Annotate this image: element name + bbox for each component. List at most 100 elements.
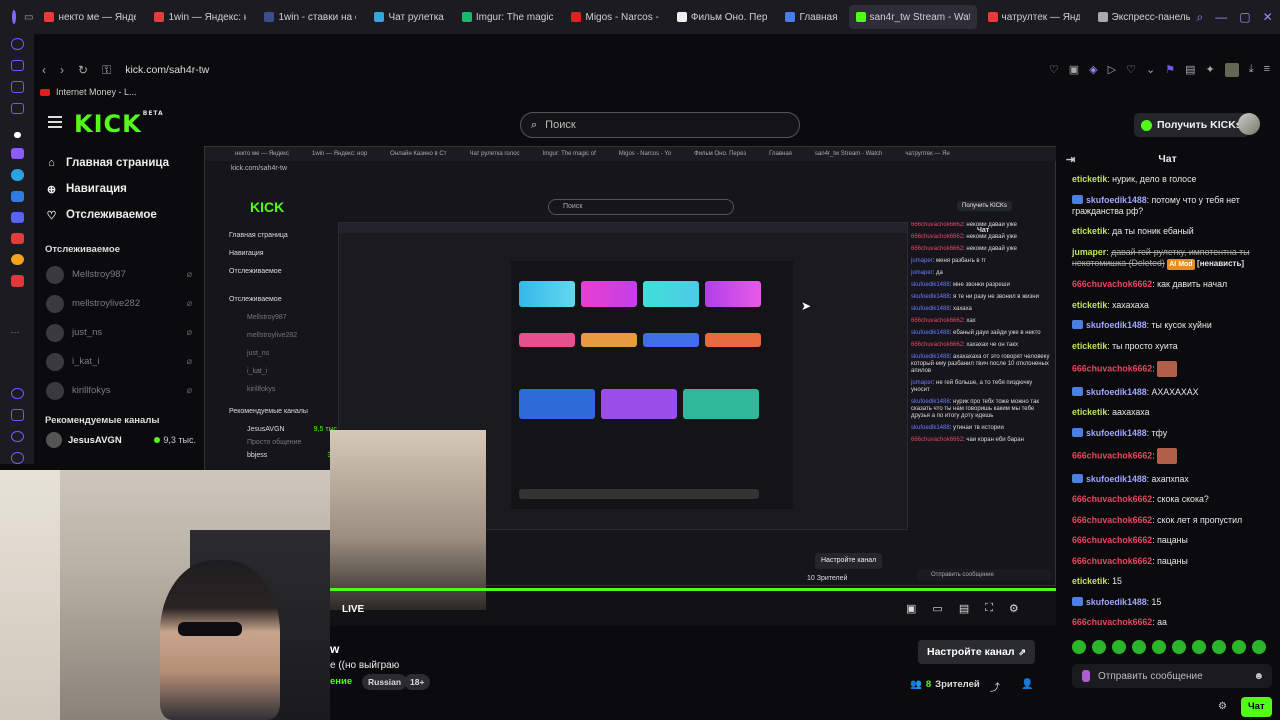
flag-icon[interactable]: ⚑ [1165,63,1175,77]
download-arrow-icon[interactable]: ⤓ [1249,63,1254,77]
app-icon[interactable] [10,275,24,287]
forward-icon[interactable]: › [60,63,64,77]
history-icon[interactable] [10,38,24,50]
get-kicks-button[interactable]: Получить KICKs [1134,113,1249,137]
chat-username[interactable]: 666chuvachok6662 [1072,556,1152,566]
chat-username[interactable]: skufoedik1488 [1086,320,1147,330]
followed-channel[interactable]: i_kat_i ⌀ [34,347,204,376]
settings-icon[interactable] [10,452,24,464]
quick-emote-icon[interactable] [1212,640,1226,654]
user-avatar[interactable] [1238,113,1260,135]
hamburger-menu-icon[interactable] [48,116,62,128]
follow-user-icon[interactable]: 👤 [1021,679,1033,690]
maximize-icon[interactable]: ▢ [1239,10,1250,25]
tab-overview-icon[interactable]: ▭ [24,12,33,23]
extension-icon-1[interactable] [10,387,24,400]
chat-username[interactable]: 666chuvachok6662 [1072,535,1152,545]
heart-icon[interactable]: ♡ [1126,63,1136,77]
quick-emote-icon[interactable] [1092,640,1106,654]
bookmark-star-icon[interactable]: ♡ [1049,63,1059,77]
chat-settings-icon[interactable]: ⚙ [1218,701,1227,712]
chat-username[interactable]: 666chuvachok6662 [1072,494,1152,504]
menu-lines-icon[interactable]: ≡ [1264,63,1270,77]
chat-username[interactable]: skufoedik1488 [1086,195,1147,205]
chat-username[interactable]: skufoedik1488 [1086,474,1147,484]
setup-channel-button[interactable]: Настройте канал ⇗ [918,640,1036,664]
reload-icon[interactable]: ↻ [78,63,88,77]
tag-age[interactable]: 18+ [404,674,431,690]
messenger-icon[interactable] [10,102,24,114]
channel-name[interactable]: w [330,642,339,656]
followed-channel[interactable]: just_ns ⌀ [34,318,204,347]
browser-tab[interactable]: Migos - Narcos - [564,5,665,29]
share-icon[interactable]: ⤴ [990,679,1000,694]
extension-icon-3[interactable] [10,430,24,443]
chat-username[interactable]: skufoedik1488 [1086,387,1147,397]
yandex-icon[interactable] [10,232,24,245]
sidebar-nav-item[interactable]: ♡ Отслеживаемое [34,202,204,228]
shield-icon[interactable]: ◈ [1089,63,1097,77]
sidebar-nav-item[interactable]: ⌂ Главная страница [34,150,204,176]
quick-emote-icon[interactable] [1192,640,1206,654]
pin-icon[interactable] [13,132,21,139]
chat-username[interactable]: 666chuvachok6662 [1072,450,1152,460]
puzzle-icon[interactable]: ✦ [1205,63,1214,77]
chat-username[interactable]: jumaper [1072,247,1106,257]
quick-emote-icon[interactable] [1172,640,1186,654]
chat-send-button[interactable]: Чат [1241,697,1272,717]
quick-emote-icon[interactable] [1152,640,1166,654]
live-progress-bar[interactable] [330,588,1056,591]
tag-language[interactable]: Russian [362,674,408,690]
tab-search-icon[interactable]: ⌕ [1197,10,1204,25]
play-icon[interactable]: ▷ [1108,63,1116,77]
chat-username[interactable]: 666chuvachok6662 [1072,515,1152,525]
stream-category[interactable]: ение [330,676,352,687]
theater-mode-icon[interactable]: ▭ [932,602,942,615]
extension-icon-2[interactable] [10,409,24,421]
telegram-icon[interactable] [10,169,24,181]
cube-icon[interactable]: ▤ [1185,63,1195,77]
bookmark-item[interactable]: Internet Money - L... [56,87,137,97]
back-icon[interactable]: ‹ [42,63,46,77]
screenshot-icon[interactable]: ▣ [1069,63,1079,77]
vk-icon[interactable] [10,190,24,202]
chat-username[interactable]: eticketik [1072,174,1107,184]
chat-username[interactable]: eticketik [1072,341,1107,351]
chat-username[interactable]: 666chuvachok6662 [1072,279,1152,289]
quick-emote-icon[interactable] [1112,640,1126,654]
twitch-icon[interactable] [10,148,24,160]
followed-channel[interactable]: kirillfokys ⌀ [34,376,204,405]
minimize-icon[interactable]: — [1215,10,1227,25]
mail-icon[interactable] [10,254,24,266]
kick-logo[interactable]: KICKBETA [74,110,164,138]
browser-tab[interactable]: некто ме — Яндекс [37,5,143,29]
miniplayer-icon[interactable]: ▣ [906,602,916,615]
profile-avatar-icon[interactable] [1224,63,1239,77]
chat-username[interactable]: eticketik [1072,226,1107,236]
quick-emote-icon[interactable] [1252,640,1266,654]
browser-tab[interactable]: Imgur: The magic [455,5,561,29]
collapse-chat-icon[interactable]: ⇥ [1066,153,1075,166]
dropdown-icon[interactable]: ⌄ [1146,63,1155,77]
smile-icon[interactable]: ☻ [1253,671,1264,682]
browser-tab[interactable]: Экспресс-панель [1091,5,1197,29]
close-window-icon[interactable]: ✕ [1263,10,1273,25]
fullscreen-icon[interactable]: ⛶ [985,602,993,615]
chat-input[interactable]: Отправить сообщение ☻ [1072,664,1272,688]
discord-icon[interactable] [10,211,24,223]
quick-emote-icon[interactable] [1072,640,1086,654]
browser-tab[interactable]: Главная [778,5,844,29]
chat-username[interactable]: 666chuvachok6662 [1072,363,1152,373]
chat-username[interactable]: 666chuvachok6662 [1072,617,1152,627]
recommended-channel[interactable]: JesusAVGN 9,3 тыс. [34,431,204,449]
browser-tab[interactable]: 1win - ставки на с [257,5,363,29]
browser-tab[interactable]: 1win — Яндекс: н [147,5,253,29]
bookmark-icon[interactable] [10,59,24,71]
chat-username[interactable]: eticketik [1072,576,1107,586]
browser-tab[interactable]: san4r_tw Stream - Watch [848,5,977,29]
followed-channel[interactable]: mellstroylive282 ⌀ [34,289,204,318]
download-icon[interactable] [10,81,24,93]
more-dots-icon[interactable]: ⋯ [11,327,24,338]
browser-tab[interactable]: чатрултек — Янд [981,5,1087,29]
settings-gear-icon[interactable]: ⚙ [1009,602,1019,615]
